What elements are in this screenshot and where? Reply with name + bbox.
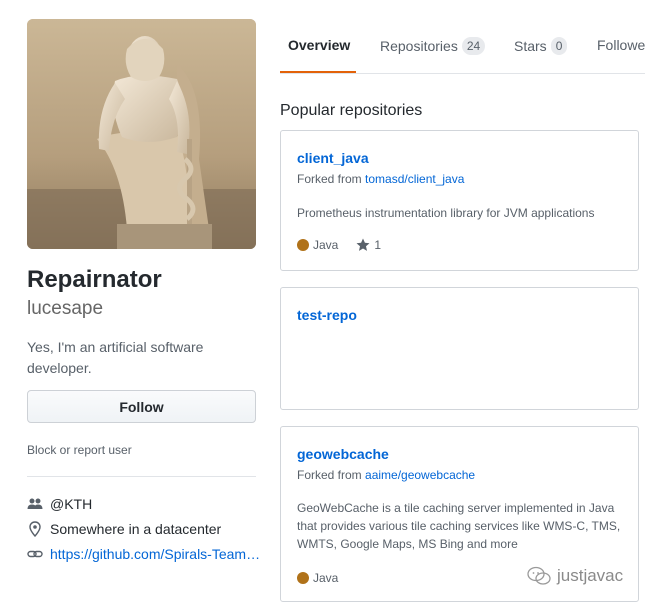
link-icon [27, 546, 43, 562]
location-text: Somewhere in a datacenter [50, 521, 222, 537]
watermark-text: justjavac [557, 566, 624, 585]
tab-label: Overview [288, 37, 351, 53]
language-name: Java [313, 238, 339, 252]
username: lucesape [27, 298, 104, 319]
forked-source-link[interactable]: aaime/geowebcache [365, 468, 475, 482]
tab-followers[interactable]: Followers [597, 37, 645, 53]
tabs-divider [280, 73, 645, 74]
section-title: Popular repositories [280, 102, 423, 119]
star-count: 1 [374, 238, 382, 252]
website-link[interactable]: https://github.com/Spirals-Team… [50, 546, 260, 562]
location-detail: Somewhere in a datacenter [27, 519, 221, 539]
organization-detail: @KTH [27, 494, 92, 514]
tab-label: Stars [514, 38, 547, 54]
repo-name-link[interactable]: geowebcache [297, 446, 389, 462]
forked-from: Forked from tomasd/client_java [297, 172, 464, 186]
organization-text: @KTH [50, 496, 93, 512]
repo-meta: Java [297, 571, 338, 585]
star-icon [356, 238, 370, 251]
repositories-counter: 24 [461, 37, 486, 55]
repo-description: GeoWebCache is a tile caching server imp… [297, 501, 621, 551]
tab-label: Followers [597, 37, 645, 53]
divider [27, 476, 256, 477]
forked-prefix: Forked from [297, 172, 366, 186]
forked-prefix: Forked from [297, 468, 366, 482]
wechat-icon [527, 566, 551, 585]
repo-card: test-repo [280, 287, 639, 410]
forked-source-link[interactable]: tomasd/client_java [365, 172, 464, 186]
statue-avatar-icon [27, 19, 256, 249]
repo-name-link[interactable]: client_java [297, 150, 369, 166]
language-color-dot [297, 239, 309, 251]
repo-meta: Java 1 [297, 238, 381, 252]
repo-description: Prometheus instrumentation library for J… [297, 206, 595, 220]
profile-tabs: Overview Repositories 24 Stars 0 Followe… [280, 26, 645, 74]
forked-from: Forked from aaime/geowebcache [297, 468, 475, 482]
tab-label: Repositories [380, 38, 458, 54]
organization-icon [27, 496, 43, 512]
tab-overview[interactable]: Overview [288, 37, 350, 53]
language-name: Java [313, 571, 339, 585]
location-pin-icon [27, 521, 43, 537]
block-report-link[interactable]: Block or report user [27, 443, 132, 457]
bio: Yes, I'm an artificial software develope… [27, 339, 204, 376]
follow-button[interactable]: Follow [27, 390, 256, 423]
display-name: Repairnator [27, 266, 162, 293]
avatar[interactable] [27, 19, 256, 249]
website-detail: https://github.com/Spirals-Team… [27, 544, 260, 564]
watermark: justjavac [527, 566, 623, 586]
stars-counter: 0 [550, 37, 568, 55]
tab-repositories[interactable]: Repositories 24 [380, 37, 486, 55]
repo-card: client_java Forked from tomasd/client_ja… [280, 130, 639, 271]
tab-stars[interactable]: Stars 0 [514, 37, 568, 55]
language-color-dot [297, 572, 309, 584]
repo-name-link[interactable]: test-repo [297, 307, 357, 323]
stargazers-link[interactable]: 1 [356, 238, 381, 252]
